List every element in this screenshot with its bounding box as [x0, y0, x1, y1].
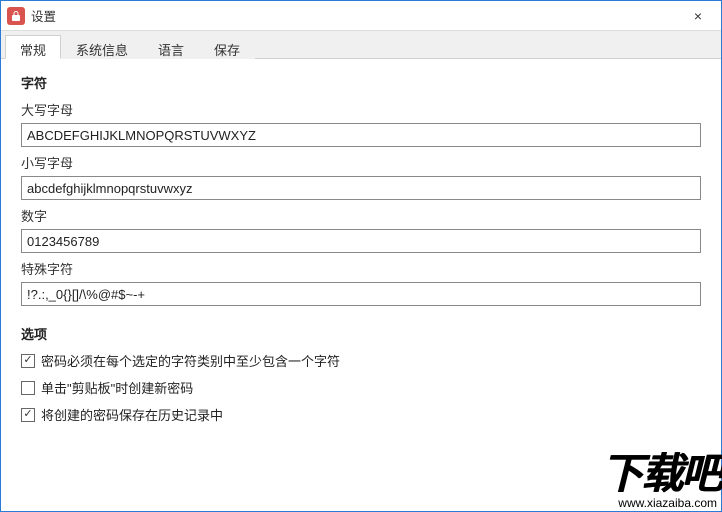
options-heading: 选项 — [21, 324, 701, 343]
special-input[interactable] — [21, 282, 701, 306]
titlebar: 设置 × — [1, 1, 721, 31]
options-section: 选项 密码必须在每个选定的字符类别中至少包含一个字符 单击"剪贴板"时创建新密码… — [21, 324, 701, 424]
option-1-label: 密码必须在每个选定的字符类别中至少包含一个字符 — [41, 351, 340, 370]
tab-strip: 常规 系统信息 语言 保存 — [1, 31, 721, 59]
tab-general[interactable]: 常规 — [5, 35, 61, 59]
window-title: 设置 — [31, 6, 56, 25]
chars-heading: 字符 — [21, 73, 701, 92]
checkbox-2[interactable] — [21, 381, 35, 395]
tab-save[interactable]: 保存 — [199, 35, 255, 59]
lowercase-label: 小写字母 — [21, 153, 701, 172]
content-area: 字符 大写字母 小写字母 数字 特殊字符 选项 密码必须在每个选定的字符类别中至… — [1, 59, 721, 442]
watermark-url: www.xiazaiba.com — [601, 495, 721, 511]
uppercase-label: 大写字母 — [21, 100, 701, 119]
app-icon — [7, 7, 25, 25]
tab-language[interactable]: 语言 — [143, 35, 199, 59]
watermark-text: 下载吧 — [601, 450, 721, 497]
close-button[interactable]: × — [675, 1, 721, 31]
uppercase-input[interactable] — [21, 123, 701, 147]
option-3-label: 将创建的密码保存在历史记录中 — [41, 405, 223, 424]
option-save-history[interactable]: 将创建的密码保存在历史记录中 — [21, 405, 701, 424]
digits-input[interactable] — [21, 229, 701, 253]
option-2-label: 单击"剪贴板"时创建新密码 — [41, 378, 193, 397]
special-label: 特殊字符 — [21, 259, 701, 278]
lock-icon — [10, 10, 22, 22]
option-require-each-category[interactable]: 密码必须在每个选定的字符类别中至少包含一个字符 — [21, 351, 701, 370]
checkbox-1[interactable] — [21, 354, 35, 368]
checkbox-3[interactable] — [21, 408, 35, 422]
tab-system-info[interactable]: 系统信息 — [61, 35, 143, 59]
option-clipboard-new-password[interactable]: 单击"剪贴板"时创建新密码 — [21, 378, 701, 397]
digits-label: 数字 — [21, 206, 701, 225]
watermark: 下载吧 www.xiazaiba.com — [601, 440, 721, 511]
lowercase-input[interactable] — [21, 176, 701, 200]
